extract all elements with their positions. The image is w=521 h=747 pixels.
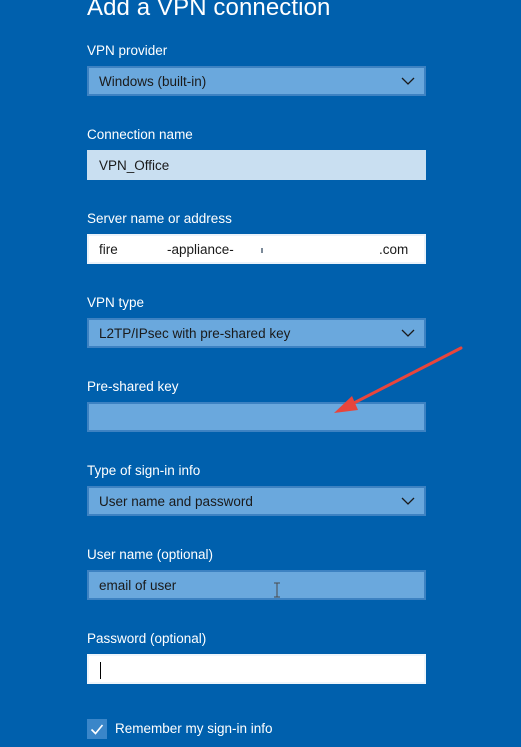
chevron-down-icon	[401, 77, 415, 85]
server-address-part3: .com	[379, 242, 409, 257]
connection-name-value: VPN_Office	[99, 158, 170, 173]
vpn-type-label: VPN type	[87, 295, 145, 310]
remember-checkbox[interactable]	[87, 719, 107, 739]
connection-name-input[interactable]: VPN_Office	[87, 150, 426, 180]
vpn-provider-label: VPN provider	[87, 43, 168, 58]
sign-in-type-label: Type of sign-in info	[87, 463, 201, 478]
vpn-type-dropdown[interactable]: L2TP/IPsec with pre-shared key	[87, 318, 426, 348]
username-input[interactable]: email of user	[87, 570, 426, 600]
redacted-mark	[261, 248, 263, 253]
vpn-provider-dropdown[interactable]: Windows (built-in)	[87, 66, 426, 96]
sign-in-type-value: User name and password	[99, 494, 253, 509]
server-address-input[interactable]: fire -appliance- .com	[87, 234, 426, 264]
connection-name-label: Connection name	[87, 127, 193, 142]
page-title: Add a VPN connection	[87, 0, 331, 21]
text-caret	[100, 662, 101, 679]
username-value: email of user	[99, 578, 177, 593]
vpn-settings-panel: Add a VPN connection VPN provider Window…	[0, 0, 521, 747]
username-label: User name (optional)	[87, 547, 214, 562]
checkmark-icon	[90, 724, 104, 735]
chevron-down-icon	[401, 329, 415, 337]
pre-shared-key-input[interactable]	[87, 402, 426, 432]
text-cursor-icon	[274, 582, 280, 598]
password-input[interactable]	[87, 654, 426, 684]
server-address-part1: fire	[99, 242, 118, 257]
vpn-provider-value: Windows (built-in)	[99, 74, 207, 89]
server-address-part2: -appliance-	[167, 242, 234, 257]
annotation-arrow	[334, 346, 463, 413]
server-address-label: Server name or address	[87, 211, 232, 226]
vpn-type-value: L2TP/IPsec with pre-shared key	[99, 326, 291, 341]
password-label: Password (optional)	[87, 631, 207, 646]
pre-shared-key-label: Pre-shared key	[87, 379, 179, 394]
sign-in-type-dropdown[interactable]: User name and password	[87, 486, 426, 516]
chevron-down-icon	[401, 497, 415, 505]
remember-label: Remember my sign-in info	[115, 721, 273, 736]
